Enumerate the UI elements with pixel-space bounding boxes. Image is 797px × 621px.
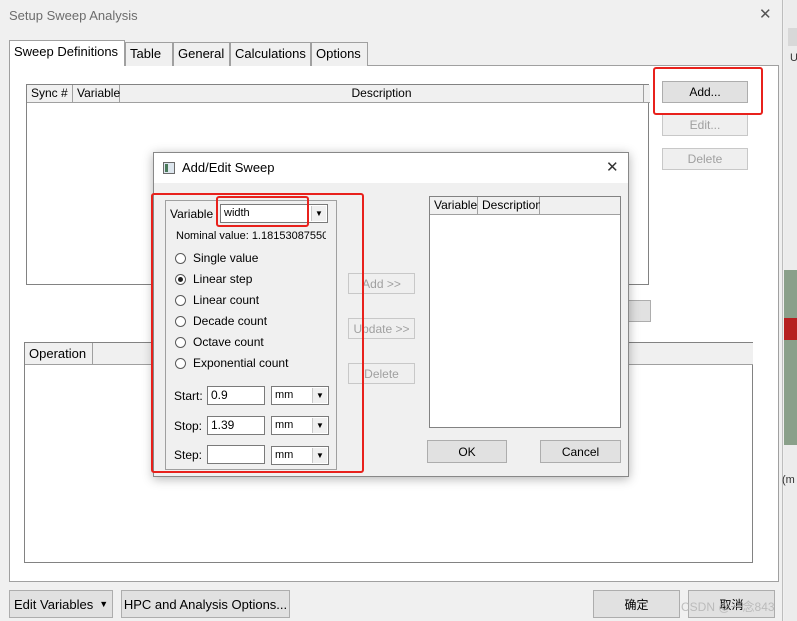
start-field[interactable]: 0.9	[207, 386, 265, 405]
step-unit-select[interactable]: mm ▼	[271, 446, 329, 465]
list-header-filler	[540, 197, 620, 215]
radio-button-selected-icon	[175, 273, 186, 285]
radio-linear-step[interactable]: Linear step	[175, 271, 252, 287]
hpc-options-button[interactable]: HPC and Analysis Options...	[121, 590, 290, 618]
stop-unit-value: mm	[275, 419, 294, 431]
radio-button-icon	[175, 315, 186, 327]
radio-label: Linear count	[193, 293, 260, 307]
radio-decade-count[interactable]: Decade count	[175, 313, 267, 329]
tab-options[interactable]: Options	[311, 42, 368, 66]
edit-sweep-button[interactable]: Edit...	[662, 114, 748, 136]
dialog-app-icon	[163, 162, 175, 174]
nominal-value-text: Nominal value: 1.18153087550	[176, 230, 326, 242]
chevron-down-icon: ▼	[312, 388, 327, 403]
radio-button-icon	[175, 252, 186, 264]
edit-variables-label: Edit Variables	[14, 596, 94, 612]
ok-main-button[interactable]: 确定	[593, 590, 680, 618]
delete-sweep-button[interactable]: Delete	[662, 148, 748, 170]
background-3d-red	[784, 318, 797, 340]
dialog-close-icon[interactable]: ✕	[606, 158, 619, 176]
radio-label: Decade count	[193, 314, 268, 328]
column-header-sync[interactable]: Sync #	[27, 85, 73, 103]
step-label: Step:	[174, 448, 203, 462]
radio-button-icon	[175, 294, 186, 306]
background-text-u: U	[790, 52, 797, 64]
variable-label: Variable	[170, 207, 214, 221]
start-unit-value: mm	[275, 389, 294, 401]
column-header-variable[interactable]: Variable	[73, 85, 120, 103]
column-header-description[interactable]: Description	[120, 85, 644, 103]
background-strip-line	[788, 28, 797, 46]
tab-table[interactable]: Table	[125, 42, 173, 66]
tab-general[interactable]: General	[173, 42, 230, 66]
main-close-icon[interactable]: ✕	[759, 5, 772, 23]
variable-select[interactable]: width ▼	[220, 204, 328, 223]
background-3d-model	[784, 270, 797, 445]
radio-button-icon	[175, 357, 186, 369]
radio-button-icon	[175, 336, 186, 348]
add-sweep-button[interactable]: Add...	[662, 81, 748, 103]
chevron-down-icon: ▼	[311, 206, 326, 221]
radio-label: Single value	[193, 251, 259, 265]
dialog-cancel-button[interactable]: Cancel	[540, 440, 621, 463]
radio-label: Exponential count	[193, 356, 289, 370]
column-header-filler	[644, 85, 650, 103]
dialog-ok-button[interactable]: OK	[427, 440, 507, 463]
radio-exponential-count[interactable]: Exponential count	[175, 355, 288, 371]
stop-unit-select[interactable]: mm ▼	[271, 416, 329, 435]
dialog-app-icon-inner	[165, 164, 168, 172]
chevron-down-icon: ▼	[312, 448, 327, 463]
main-window-title: Setup Sweep Analysis	[9, 8, 138, 23]
step-unit-value: mm	[275, 449, 294, 461]
variable-select-value: width	[224, 207, 250, 219]
tab-calculations[interactable]: Calculations	[230, 42, 311, 66]
column-header-operation[interactable]: Operation	[25, 343, 93, 365]
list-header-variable[interactable]: Variable	[430, 197, 478, 215]
list-header-description[interactable]: Description	[478, 197, 542, 215]
start-label: Start:	[174, 389, 203, 403]
radio-label: Octave count	[193, 335, 264, 349]
chevron-down-icon: ▼	[312, 418, 327, 433]
radio-single-value[interactable]: Single value	[175, 250, 258, 266]
background-text-m: (m	[782, 474, 795, 486]
edit-variables-button[interactable]: Edit Variables ▼	[9, 590, 113, 618]
radio-label: Linear step	[193, 272, 253, 286]
delete-variable-button[interactable]: Delete	[348, 363, 415, 384]
variable-list[interactable]: Variable Description	[429, 196, 621, 428]
watermark-text: CSDN @一念843	[681, 600, 775, 614]
dialog-title: Add/Edit Sweep	[182, 160, 275, 175]
add-variable-button[interactable]: Add >>	[348, 273, 415, 294]
start-unit-select[interactable]: mm ▼	[271, 386, 329, 405]
update-variable-button[interactable]: Update >>	[348, 318, 415, 339]
radio-linear-count[interactable]: Linear count	[175, 292, 259, 308]
stop-label: Stop:	[174, 419, 203, 433]
radio-octave-count[interactable]: Octave count	[175, 334, 264, 350]
dropdown-arrow-icon: ▼	[99, 599, 109, 609]
step-field[interactable]	[207, 445, 265, 464]
tab-sweep-definitions[interactable]: Sweep Definitions	[9, 40, 125, 67]
stop-field[interactable]: 1.39	[207, 416, 265, 435]
